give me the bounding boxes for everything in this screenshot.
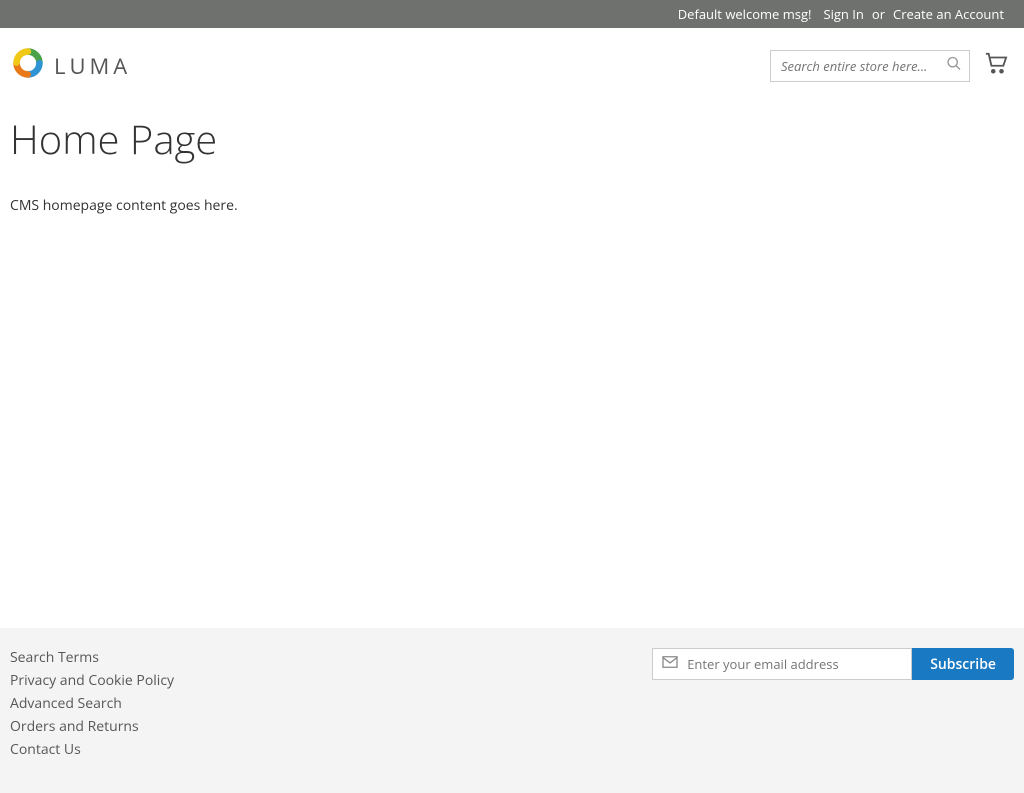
cms-content: CMS homepage content goes here. (10, 196, 1014, 215)
header-main: LUMA (0, 28, 1024, 103)
cart-icon[interactable] (984, 52, 1008, 79)
newsletter: Subscribe (652, 648, 1014, 680)
search-icon[interactable] (946, 55, 962, 76)
logo-text: LUMA (54, 51, 131, 81)
footer-link-contact-us[interactable]: Contact Us (10, 740, 81, 759)
logo[interactable]: LUMA (10, 45, 131, 86)
newsletter-input-wrap (652, 648, 912, 680)
sign-in-link[interactable]: Sign In (823, 5, 863, 23)
header-links: Sign In or Create an Account (823, 5, 1004, 23)
subscribe-button[interactable]: Subscribe (912, 648, 1014, 680)
footer-link-privacy[interactable]: Privacy and Cookie Policy (10, 671, 174, 690)
footer-link-advanced-search[interactable]: Advanced Search (10, 694, 122, 713)
welcome-message: Default welcome msg! (678, 5, 812, 23)
footer: Search Terms Privacy and Cookie Policy A… (0, 628, 1024, 793)
logo-icon (10, 45, 46, 86)
page-title: Home Page (10, 111, 1014, 166)
footer-links: Search Terms Privacy and Cookie Policy A… (10, 648, 174, 763)
mail-icon (661, 655, 679, 674)
panel-header: Default welcome msg! Sign In or Create a… (0, 0, 1024, 28)
newsletter-input[interactable] (683, 650, 893, 678)
footer-link-orders-returns[interactable]: Orders and Returns (10, 717, 139, 736)
footer-link-search-terms[interactable]: Search Terms (10, 648, 99, 667)
main-content: Home Page CMS homepage content goes here… (0, 103, 1024, 628)
search-input[interactable] (770, 50, 970, 82)
search-box (770, 50, 970, 82)
link-separator: or (872, 5, 885, 23)
header-right (770, 50, 1014, 82)
create-account-link[interactable]: Create an Account (893, 5, 1004, 23)
